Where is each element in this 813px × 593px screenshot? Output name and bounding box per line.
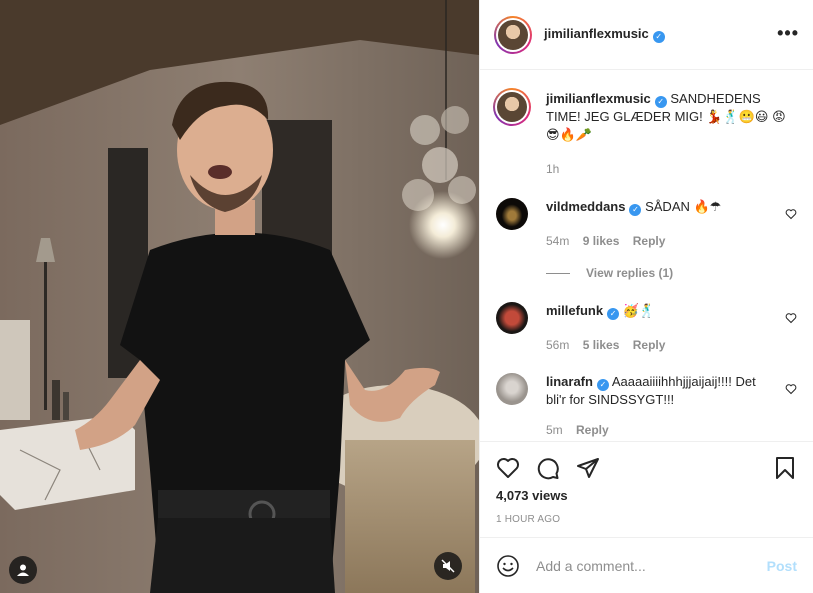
caption-username[interactable]: jimilianflexmusic: [546, 91, 651, 106]
post-side-panel: jimilianflexmusic ✓ ••• jimilianflexmusic…: [479, 0, 813, 593]
speaker-muted-icon: [441, 559, 455, 573]
comment-text: millefunk ✓ 🥳🕺: [546, 302, 773, 320]
comment-body: 🥳🕺: [622, 303, 656, 318]
author-username[interactable]: jimilianflexmusic: [544, 26, 649, 41]
like-comment-heart-icon[interactable]: [785, 383, 797, 395]
post-actions: 4,073 views 1 HOUR AGO: [480, 441, 813, 537]
caption: jimilianflexmusic ✓ SANDHEDENS TIME! JEG …: [493, 88, 797, 180]
replies-divider: [546, 273, 570, 275]
post-timestamp: 1 HOUR AGO: [496, 514, 561, 525]
author-avatar[interactable]: [494, 15, 532, 54]
emoji-smiley-icon[interactable]: [496, 554, 520, 578]
post-header: jimilianflexmusic ✓ •••: [480, 0, 813, 70]
comment-time[interactable]: 54m: [546, 234, 569, 248]
view-replies-label: View replies (1): [586, 266, 674, 280]
caption-time[interactable]: 1h: [546, 162, 559, 176]
tagged-user-button[interactable]: [9, 556, 37, 584]
post-video[interactable]: [0, 0, 479, 593]
post-comment-button[interactable]: Post: [767, 558, 797, 574]
comment-input[interactable]: Add a comment...: [536, 558, 646, 574]
user-icon: [17, 564, 29, 576]
like-comment-heart-icon[interactable]: [785, 208, 797, 220]
author-username-row: jimilianflexmusic ✓: [544, 26, 665, 43]
comment-meta: 5m Reply: [546, 423, 619, 437]
comments-list: jimilianflexmusic ✓ SANDHEDENS TIME! JEG …: [480, 70, 813, 441]
comment-item: millefunk ✓ 🥳🕺 56m 5 likes Reply: [496, 302, 797, 362]
comment-text: linarafn ✓ Aaaaaiiiihhhjjjaijaij!!!! Det …: [546, 373, 773, 409]
post-dialog: jimilianflexmusic ✓ ••• jimilianflexmusic…: [0, 0, 813, 593]
verified-badge-icon: ✓: [607, 308, 620, 320]
verified-badge-icon: ✓: [652, 31, 665, 43]
caption-avatar[interactable]: [493, 88, 531, 126]
verified-badge-icon: ✓: [654, 96, 667, 108]
commenter-username[interactable]: vildmeddans: [546, 199, 625, 214]
like-heart-icon[interactable]: [496, 456, 520, 480]
commenter-username[interactable]: millefunk: [546, 303, 603, 318]
reply-button[interactable]: Reply: [576, 423, 609, 437]
commenter-username[interactable]: linarafn: [546, 374, 593, 389]
comment-bubble-icon[interactable]: [536, 456, 560, 480]
save-bookmark-icon[interactable]: [773, 456, 797, 480]
reply-button[interactable]: Reply: [633, 234, 666, 248]
verified-badge-icon: ✓: [596, 379, 609, 391]
commenter-avatar[interactable]: [496, 373, 528, 405]
commenter-avatar[interactable]: [496, 302, 528, 334]
comment-body: SÅDAN 🔥☂: [645, 199, 722, 214]
more-options-icon[interactable]: •••: [777, 24, 799, 42]
comment-text: vildmeddans ✓ SÅDAN 🔥☂: [546, 198, 773, 216]
caption-meta: 1h: [546, 162, 569, 176]
view-count[interactable]: 4,073 views: [496, 488, 568, 503]
add-comment-bar: Add a comment... Post: [480, 537, 813, 593]
comment-meta: 54m 9 likes Reply: [546, 234, 675, 248]
comment-item: linarafn ✓ Aaaaaiiiihhhjjjaijaij!!!! Det …: [496, 373, 797, 441]
video-frame: [0, 0, 479, 593]
view-replies-button[interactable]: View replies (1): [546, 266, 673, 280]
share-paper-plane-icon[interactable]: [576, 456, 600, 480]
comment-meta: 56m 5 likes Reply: [546, 338, 675, 352]
commenter-avatar[interactable]: [496, 198, 528, 230]
comment-time[interactable]: 5m: [546, 423, 563, 437]
comment-item: vildmeddans ✓ SÅDAN 🔥☂ 54m 9 likes Reply …: [496, 198, 797, 280]
mute-button[interactable]: [434, 552, 462, 580]
comment-time[interactable]: 56m: [546, 338, 569, 352]
verified-badge-icon: ✓: [629, 204, 642, 216]
caption-text: jimilianflexmusic ✓ SANDHEDENS TIME! JEG …: [546, 90, 797, 144]
reply-button[interactable]: Reply: [633, 338, 666, 352]
comment-likes[interactable]: 9 likes: [583, 234, 620, 248]
comment-likes[interactable]: 5 likes: [583, 338, 620, 352]
like-comment-heart-icon[interactable]: [785, 312, 797, 324]
